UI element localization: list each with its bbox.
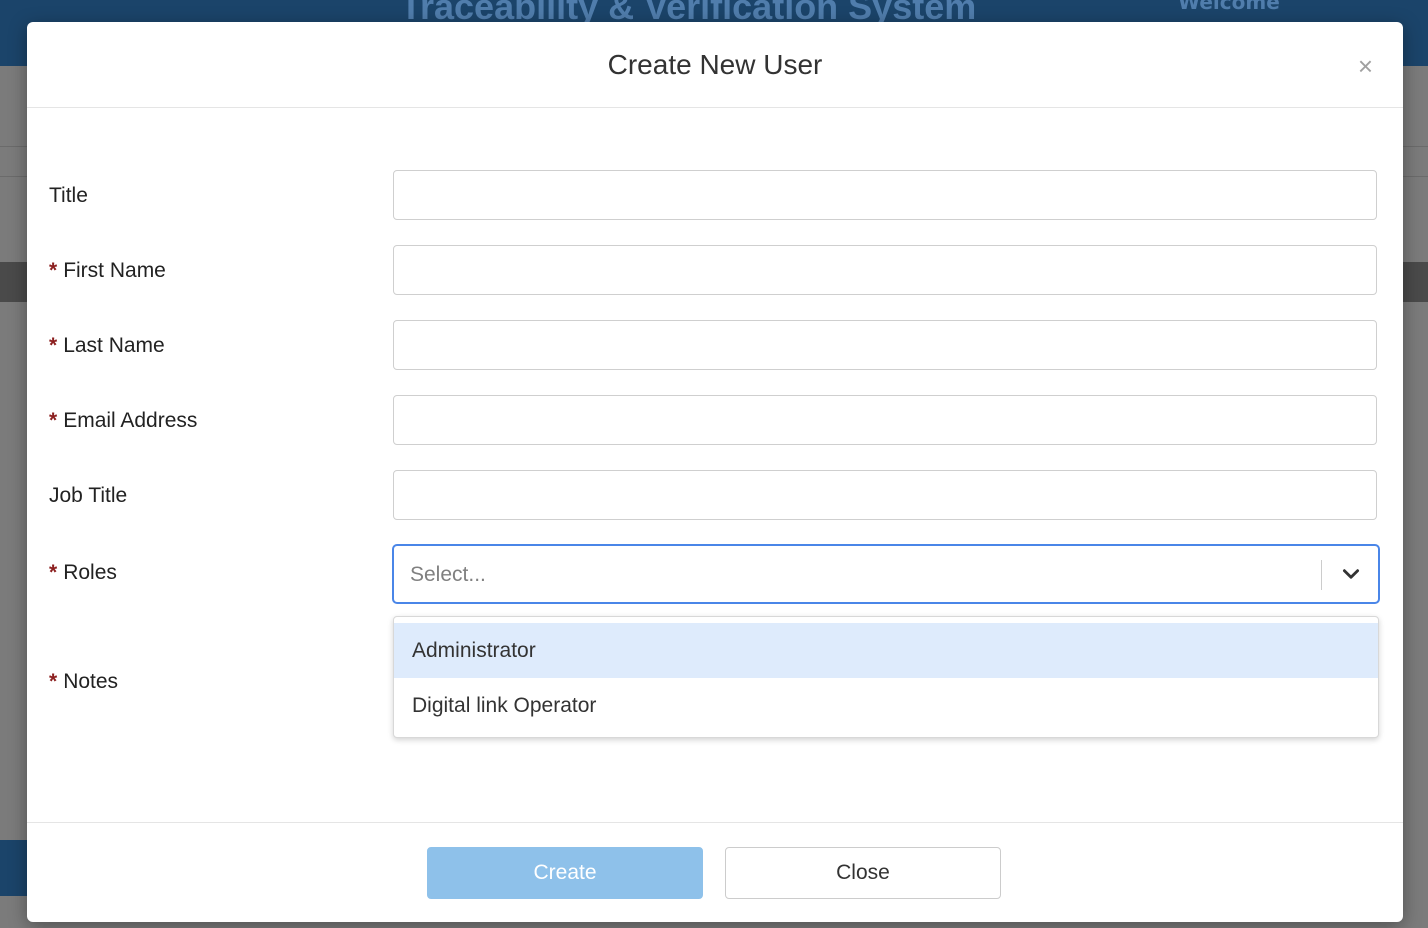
title-label-text: Title — [49, 184, 88, 207]
form-row-first-name: * First Name — [27, 245, 1403, 297]
roles-select[interactable]: Select... — [392, 544, 1380, 604]
roles-select-placeholder: Select... — [410, 563, 486, 586]
required-marker: * — [49, 334, 58, 357]
modal-footer: Create Close — [27, 822, 1403, 923]
email-label-text: Email Address — [63, 409, 198, 432]
title-input[interactable] — [393, 170, 1377, 220]
close-icon[interactable]: × — [1358, 52, 1373, 80]
title-label: Title — [49, 184, 88, 208]
role-option-administrator[interactable]: Administrator — [394, 623, 1378, 678]
roles-label: * Roles — [49, 561, 117, 585]
email-input[interactable] — [393, 395, 1377, 445]
required-marker: * — [49, 409, 58, 432]
modal-title: Create New User — [607, 49, 823, 80]
notes-label: * Notes — [49, 670, 118, 694]
form-row-last-name: * Last Name — [27, 320, 1403, 372]
roles-dropdown-menu: Administrator Digital link Operator — [393, 616, 1379, 738]
notes-label-text: Notes — [63, 670, 119, 693]
chevron-down-icon[interactable] — [1340, 563, 1362, 585]
first-name-label-text: First Name — [63, 259, 166, 282]
required-marker: * — [49, 670, 58, 693]
roles-label-text: Roles — [63, 561, 117, 584]
first-name-label: * First Name — [49, 259, 166, 283]
job-title-label: Job Title — [49, 484, 127, 508]
last-name-label-text: Last Name — [63, 334, 165, 357]
email-label: * Email Address — [49, 409, 197, 433]
create-user-modal: Create New User × Title * First Name * Las… — [27, 22, 1403, 922]
form-row-job-title: Job Title — [27, 470, 1403, 522]
first-name-input[interactable] — [393, 245, 1377, 295]
last-name-input[interactable] — [393, 320, 1377, 370]
form-row-email: * Email Address — [27, 395, 1403, 447]
create-button[interactable]: Create — [427, 847, 703, 899]
select-separator — [1321, 560, 1322, 590]
job-title-input[interactable] — [393, 470, 1377, 520]
required-marker: * — [49, 561, 58, 584]
close-button[interactable]: Close — [725, 847, 1001, 899]
form-row-title: Title — [27, 170, 1403, 222]
modal-header: Create New User × — [27, 22, 1403, 108]
form-row-roles: * Roles Select... — [27, 544, 1403, 606]
job-title-label-text: Job Title — [49, 484, 128, 507]
required-marker: * — [49, 259, 58, 282]
last-name-label: * Last Name — [49, 334, 165, 358]
role-option-digital-link-operator[interactable]: Digital link Operator — [394, 678, 1378, 733]
